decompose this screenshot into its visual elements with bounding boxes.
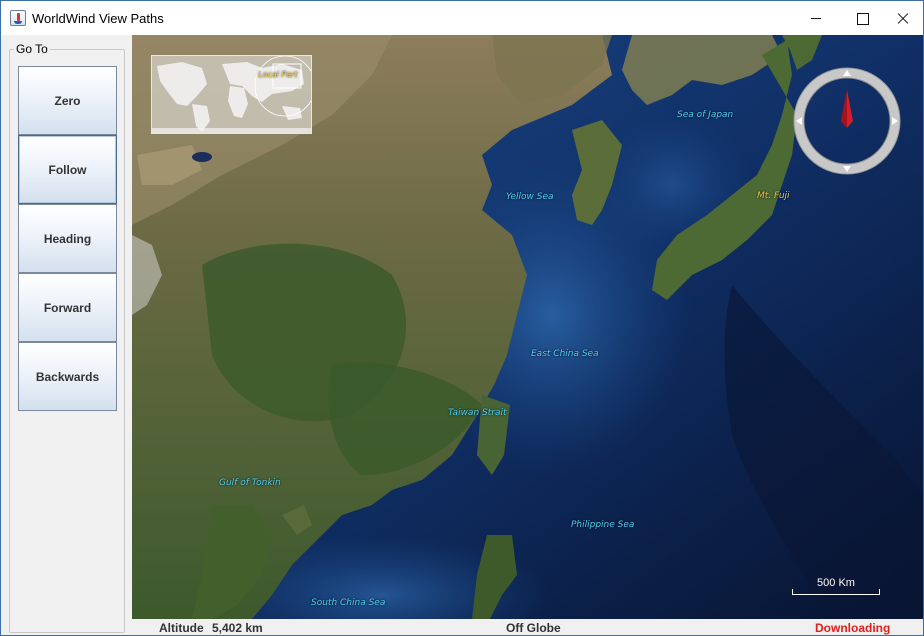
zero-button[interactable]: Zero: [18, 66, 117, 135]
forward-button[interactable]: Forward: [18, 273, 117, 342]
close-icon[interactable]: [885, 1, 923, 35]
label-south-china-sea: South China Sea: [311, 598, 386, 608]
download-status: Downloading: [815, 621, 891, 635]
window-title: WorldWind View Paths: [32, 11, 164, 26]
label-taiwan-strait: Taiwan Strait: [448, 408, 507, 418]
maximize-icon[interactable]: [839, 1, 885, 35]
altitude-value: 5,402 km: [212, 621, 263, 635]
go-to-panel: Go To Zero Follow Heading Forward Backwa…: [1, 35, 131, 635]
label-gulf-of-tonkin: Gulf of Tonkin: [219, 478, 281, 488]
go-to-group-label: Go To: [14, 42, 50, 56]
altitude-label: Altitude: [159, 621, 204, 635]
label-philippine-sea: Philippine Sea: [571, 520, 635, 530]
app-window: WorldWind View Paths Go To Zero Follow H…: [0, 0, 924, 636]
world-map-overview[interactable]: Local Part: [151, 55, 312, 134]
status-bar: Altitude 5,402 km Off Globe Downloading: [132, 619, 923, 635]
scale-label: 500 Km: [817, 577, 855, 589]
label-yellow-sea: Yellow Sea: [506, 192, 554, 202]
minimap-label: Local Part: [258, 70, 298, 79]
label-east-china-sea: East China Sea: [531, 349, 599, 359]
java-cup-icon: [10, 10, 26, 26]
scale-line: [792, 594, 880, 595]
globe-view[interactable]: Sea of Japan Yellow Sea Mt. Fuji East Ch…: [132, 35, 923, 619]
scale-bar: 500 Km: [791, 577, 881, 599]
compass-icon[interactable]: [792, 66, 902, 176]
minimize-icon[interactable]: [793, 1, 839, 35]
world-map-icon: [152, 56, 311, 133]
title-bar[interactable]: WorldWind View Paths: [1, 1, 923, 35]
cursor-position: Off Globe: [506, 621, 561, 635]
scale-tick-left: [792, 589, 793, 595]
heading-button[interactable]: Heading: [18, 204, 117, 273]
label-sea-of-japan: Sea of Japan: [677, 110, 734, 120]
scale-tick-right: [879, 589, 880, 595]
backwards-button[interactable]: Backwards: [18, 342, 117, 411]
label-mt-fuji: Mt. Fuji: [757, 191, 790, 201]
follow-button[interactable]: Follow: [18, 135, 117, 204]
